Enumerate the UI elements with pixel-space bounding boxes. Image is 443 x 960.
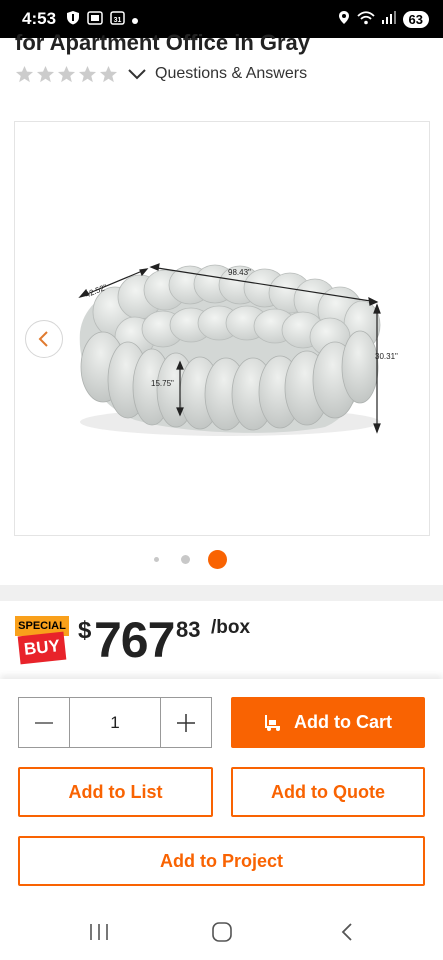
price-unit: /box	[211, 617, 251, 638]
calendar-icon: 31	[110, 10, 125, 28]
badge-bottom-text: BUY	[17, 631, 67, 665]
gallery-dot-active[interactable]	[208, 550, 227, 569]
dim-width-label: 98.43"	[228, 268, 251, 277]
add-to-list-button[interactable]: Add to List	[18, 767, 213, 817]
star-icon	[78, 65, 97, 82]
star-icon	[15, 65, 34, 82]
clock: 4:53	[22, 9, 57, 28]
price-cents: 83	[176, 617, 201, 642]
chevron-down-icon[interactable]	[127, 64, 147, 84]
dim-height-label: 30.31"	[375, 352, 398, 361]
section-divider	[0, 585, 443, 601]
back-icon[interactable]	[336, 920, 358, 944]
gallery-dot[interactable]	[181, 555, 190, 564]
svg-text:31: 31	[114, 17, 122, 24]
purchase-actions-panel: 1 Add to Cart Add to List Add to Quote A…	[0, 679, 443, 908]
quantity-stepper: 1	[18, 697, 212, 748]
add-to-project-button[interactable]: Add to Project	[18, 836, 425, 886]
rating-row[interactable]: Questions & Answers	[15, 64, 307, 84]
shield-icon	[66, 10, 80, 28]
minus-icon	[35, 721, 53, 724]
wifi-icon	[356, 10, 375, 28]
questions-answers-link[interactable]: Questions & Answers	[155, 65, 307, 83]
product-image-gallery[interactable]: 98.43" 42.52" 30.31" 15.75"	[14, 121, 430, 536]
forklift-icon	[265, 714, 280, 731]
quantity-increase-button[interactable]	[161, 698, 211, 747]
location-icon	[338, 10, 350, 28]
product-title: for Apartment Office in Gray	[15, 30, 311, 55]
dim-seat-label: 15.75"	[151, 379, 174, 388]
add-to-cart-label: Add to Cart	[294, 712, 392, 732]
screen-cast-icon	[87, 10, 103, 28]
quantity-decrease-button[interactable]	[19, 698, 69, 747]
recent-apps-icon[interactable]	[88, 920, 110, 944]
gallery-dot[interactable]	[154, 557, 159, 562]
quantity-input[interactable]: 1	[69, 698, 161, 747]
gallery-prev-button[interactable]	[25, 320, 63, 358]
signal-icon	[381, 11, 396, 27]
gallery-pagination	[0, 549, 443, 571]
star-icon	[57, 65, 76, 82]
system-nav-bar	[0, 908, 443, 960]
plus-icon	[177, 713, 195, 732]
price-currency: $	[78, 617, 92, 644]
notification-dot-icon	[132, 12, 139, 27]
add-to-quote-button[interactable]: Add to Quote	[231, 767, 425, 817]
chevron-left-icon	[38, 331, 48, 347]
special-buy-badge: SPECIAL BUY	[15, 616, 69, 666]
sofa-image: 98.43" 42.52" 30.31" 15.75"	[78, 263, 398, 436]
home-icon[interactable]	[211, 920, 233, 944]
star-icon	[36, 65, 55, 82]
battery-indicator: 63	[402, 10, 429, 28]
star-icon	[99, 65, 118, 82]
add-to-cart-button[interactable]: Add to Cart	[231, 697, 425, 748]
price-section: SPECIAL BUY $ 767 83 /box	[0, 601, 443, 679]
price-dollars: 767	[94, 612, 175, 668]
star-rating	[15, 65, 118, 84]
